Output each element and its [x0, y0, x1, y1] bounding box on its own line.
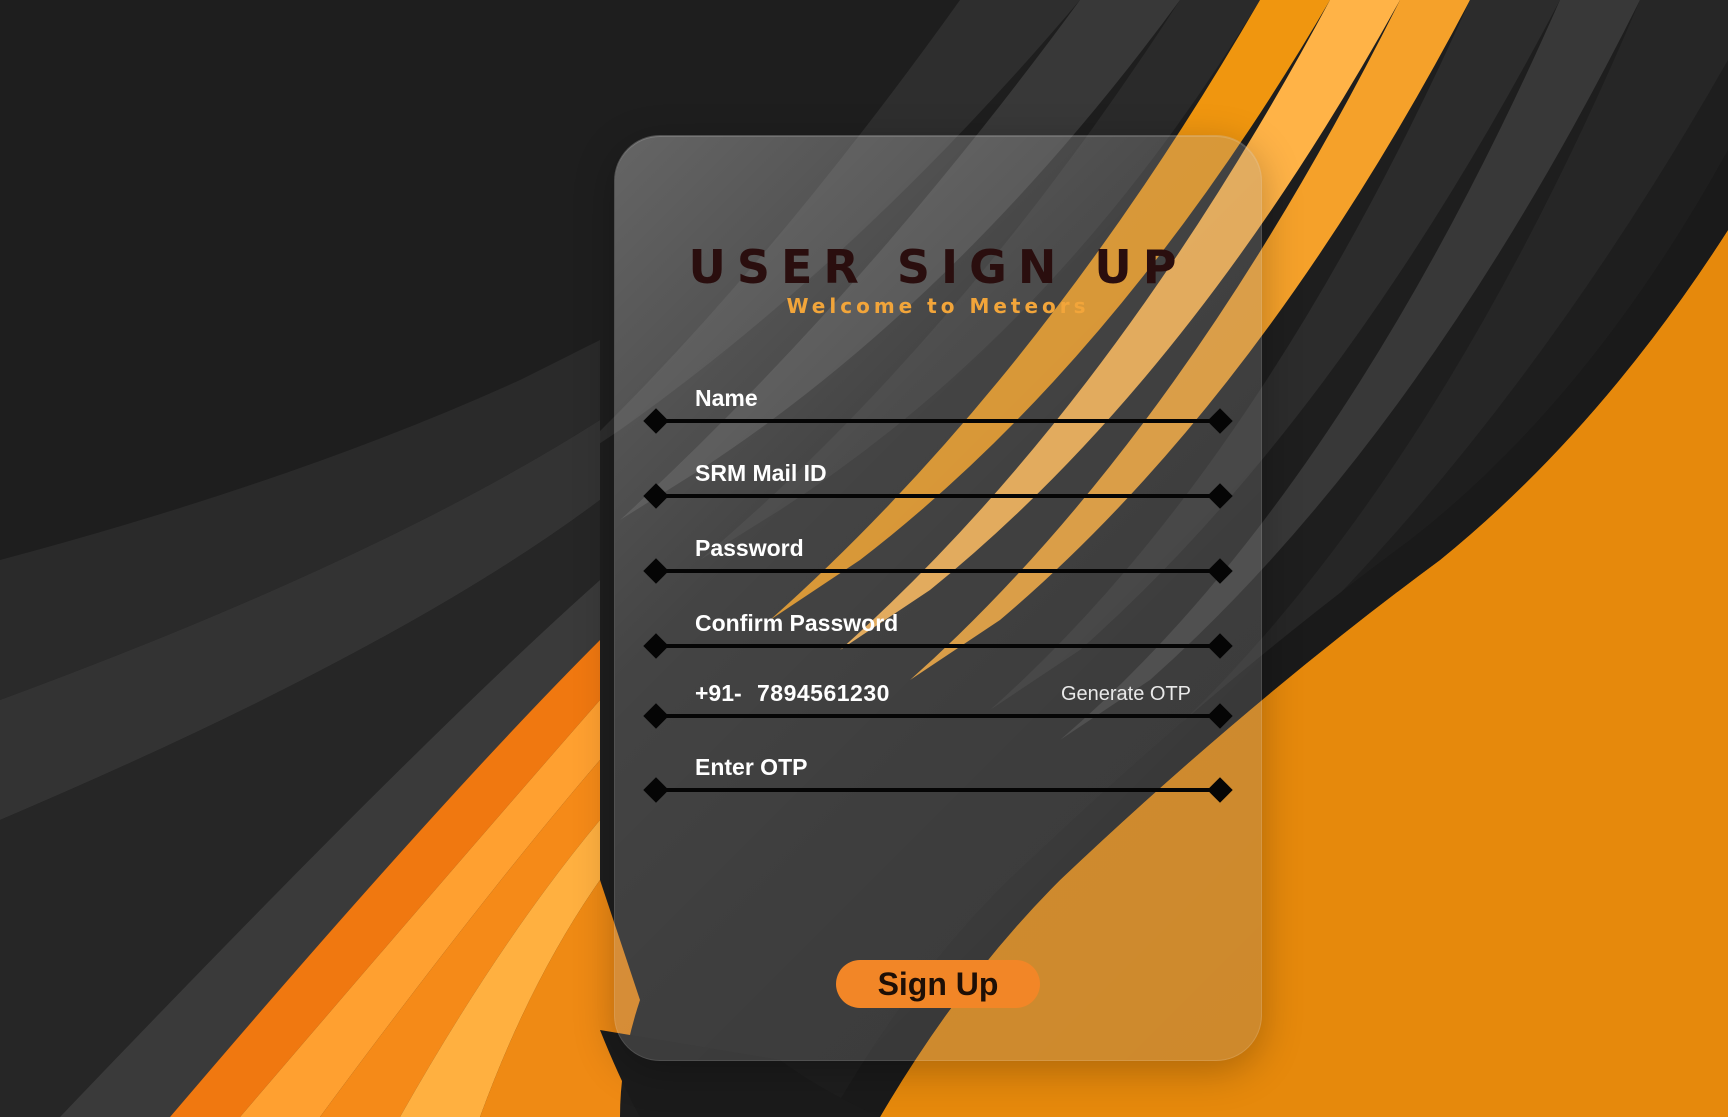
mail-label: SRM Mail ID [695, 460, 827, 486]
diamond-left-icon [643, 633, 669, 659]
field-underline [655, 494, 1221, 498]
field-underline [655, 788, 1221, 792]
diamond-left-icon [643, 483, 669, 509]
generate-otp-button[interactable]: Generate OTP [1061, 682, 1191, 706]
diamond-left-icon [643, 408, 669, 434]
field-underline [655, 644, 1221, 648]
sign-up-button[interactable]: Sign Up [836, 960, 1040, 1008]
diamond-right-icon [1207, 558, 1233, 584]
otp-field[interactable]: Enter OTP [643, 753, 1233, 813]
diamond-right-icon [1207, 703, 1233, 729]
phone-field[interactable]: +91- 7894561230 Generate OTP [643, 679, 1233, 739]
field-underline [655, 569, 1221, 573]
password-label: Password [695, 535, 804, 561]
phone-number-input[interactable]: 7894561230 [757, 679, 890, 707]
diamond-right-icon [1207, 408, 1233, 434]
diamond-right-icon [1207, 777, 1233, 803]
signup-card: USER SIGN UP Welcome to Meteors Name SRM… [614, 135, 1262, 1061]
password-field[interactable]: Password [643, 534, 1233, 594]
diamond-right-icon [1207, 633, 1233, 659]
name-label: Name [695, 385, 758, 411]
diamond-right-icon [1207, 483, 1233, 509]
name-field[interactable]: Name [643, 384, 1233, 444]
signup-page: USER SIGN UP Welcome to Meteors Name SRM… [0, 0, 1728, 1117]
diamond-left-icon [643, 703, 669, 729]
phone-country-code: +91- [695, 680, 742, 706]
confirm-password-label: Confirm Password [695, 610, 899, 636]
diamond-left-icon [643, 777, 669, 803]
page-subtitle: Welcome to Meteors [786, 294, 1090, 318]
otp-label: Enter OTP [695, 754, 808, 780]
page-title: USER SIGN UP [688, 240, 1188, 294]
diamond-left-icon [643, 558, 669, 584]
field-underline [655, 419, 1221, 423]
confirm-password-field[interactable]: Confirm Password [643, 609, 1233, 669]
field-underline [655, 714, 1221, 718]
mail-field[interactable]: SRM Mail ID [643, 459, 1233, 519]
